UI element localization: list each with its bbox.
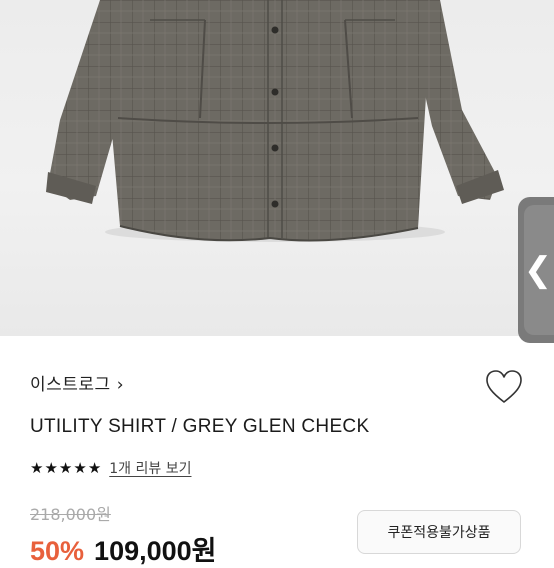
heart-outline-icon: [486, 370, 522, 403]
star-filled-icon: ★: [73, 458, 87, 477]
product-title: UTILITY SHIRT / GREY GLEN CHECK: [30, 416, 370, 437]
sale-price-row: 50% 109,000원: [30, 529, 217, 568]
brand-name: 이스트로그: [30, 375, 111, 395]
shirt-photo: [46, 0, 504, 242]
side-panel-toggle[interactable]: ❮: [518, 197, 554, 343]
discount-rate: 50%: [30, 536, 85, 566]
review-link[interactable]: 1개 리뷰 보기: [109, 458, 191, 478]
rating-row: ★ ★ ★ ★ ★ 1개 리뷰 보기: [30, 458, 191, 478]
wishlist-button[interactable]: [485, 369, 523, 405]
coupon-label: 쿠폰적용불가상품: [387, 525, 491, 541]
brand-link[interactable]: 이스트로그 ›: [30, 370, 124, 395]
chevron-right-icon: ›: [116, 375, 125, 395]
star-filled-icon: ★: [58, 458, 73, 477]
sale-price: 109,000원: [94, 536, 217, 566]
product-image[interactable]: [0, 0, 554, 336]
star-filled-icon: ★: [87, 458, 102, 477]
star-filled-icon: ★: [30, 458, 44, 477]
chevron-left-icon: ❮: [523, 250, 553, 290]
star-filled-icon: ★: [44, 458, 58, 477]
original-price: 218,000원: [30, 505, 111, 524]
star-rating: ★ ★ ★ ★ ★: [30, 458, 102, 477]
coupon-button[interactable]: 쿠폰적용불가상품: [357, 510, 521, 554]
